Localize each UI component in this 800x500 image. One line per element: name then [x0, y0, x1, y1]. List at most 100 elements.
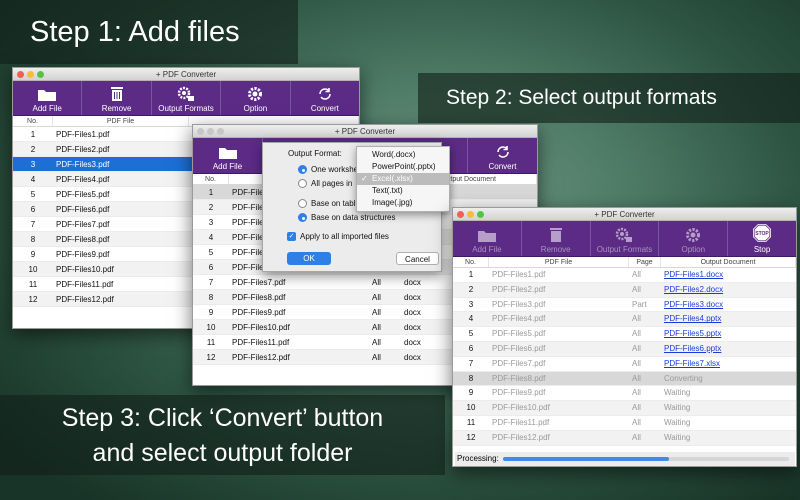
- cancel-button[interactable]: Cancel: [396, 252, 439, 265]
- output-document-link-text[interactable]: PDF-Files7.xlsx: [664, 359, 720, 368]
- row-page: All: [632, 373, 641, 383]
- step1-text: Step 1: Add files: [30, 16, 240, 48]
- table-row[interactable]: 3 PDF-Files3.pdf Part PDF-Files3.docx: [453, 298, 796, 313]
- output-formats-button[interactable]: Output Formats: [591, 221, 660, 256]
- output-document-link[interactable]: PDF-Files3.docx: [661, 298, 796, 312]
- convert-button[interactable]: Convert: [291, 81, 359, 115]
- output-document-link[interactable]: PDF-Files6.pptx: [661, 342, 796, 356]
- remove-button[interactable]: Remove: [82, 81, 152, 115]
- col-output-document[interactable]: Output Document: [661, 257, 796, 267]
- table-row[interactable]: 7 PDF-Files7.pdf All PDF-Files7.xlsx: [453, 357, 796, 372]
- row-number: 5: [208, 248, 214, 257]
- progress-track: [503, 457, 789, 461]
- menu-item-label: PowerPoint(.pptx): [372, 162, 436, 171]
- file-list: 1 PDF-Files1.pdf All PDF-Files1.docx 2 PDF-Fi…: [453, 268, 796, 446]
- output-document-link-text[interactable]: PDF-Files2.docx: [664, 285, 723, 294]
- base-on-table-label: Base on tabl: [311, 199, 356, 208]
- output-document-link[interactable]: PDF-Files2.docx: [661, 283, 796, 297]
- menu-item[interactable]: PowerPoint(.pptx): [357, 161, 449, 173]
- minimize-window-button[interactable]: [207, 128, 214, 135]
- option-button[interactable]: Option: [221, 81, 291, 115]
- add-file-button[interactable]: Add File: [13, 81, 83, 115]
- table-row[interactable]: 12 PDF-Files12.pdf All Waiting: [453, 430, 796, 446]
- row-number: 10: [206, 323, 216, 332]
- menu-item[interactable]: Word(.docx): [357, 149, 449, 161]
- output-document-link-text[interactable]: PDF-Files1.docx: [664, 270, 723, 279]
- output-document-link-text[interactable]: PDF-Files5.pptx: [664, 329, 721, 338]
- row-number: 2: [208, 203, 214, 212]
- zoom-window-button[interactable]: [37, 71, 44, 78]
- table-row[interactable]: 9 PDF-Files9.pdf All Waiting: [453, 386, 796, 402]
- stop-button[interactable]: STOP Stop: [728, 221, 796, 256]
- add-file-button[interactable]: Add File: [453, 221, 522, 256]
- step3-line2: and select output folder: [92, 439, 353, 467]
- radio-one-worksheet[interactable]: [298, 165, 307, 174]
- row-page: Part: [632, 299, 647, 309]
- menu-item[interactable]: Image(.jpg): [357, 197, 449, 209]
- minimize-window-button[interactable]: [27, 71, 34, 78]
- table-row[interactable]: 10 PDF-Files10.pdf All Waiting: [453, 401, 796, 416]
- trash-icon: [110, 87, 123, 101]
- table-row[interactable]: 4 PDF-Files4.pdf All PDF-Files4.pptx: [453, 312, 796, 328]
- table-row[interactable]: 8 PDF-Files8.pdf All Converting: [453, 371, 796, 387]
- zoom-window-button[interactable]: [477, 211, 484, 218]
- table-row[interactable]: 11 PDF-Files11.pdf All Waiting: [453, 416, 796, 431]
- table-row[interactable]: 2 PDF-Files2.pdf All PDF-Files2.docx: [453, 282, 796, 298]
- output-formats-button[interactable]: Output Formats: [152, 81, 222, 115]
- row-number: 3: [208, 218, 214, 227]
- col-no[interactable]: No.: [453, 257, 489, 267]
- col-page[interactable]: Page: [629, 257, 661, 267]
- row-page: All: [372, 308, 381, 317]
- minimize-window-button[interactable]: [467, 211, 474, 218]
- menu-item[interactable]: Text(.txt): [357, 185, 449, 197]
- col-pdf-file[interactable]: PDF File: [489, 257, 629, 267]
- output-document-link[interactable]: PDF-Files1.docx: [661, 268, 796, 282]
- output-document-link-text[interactable]: PDF-Files6.pptx: [664, 344, 721, 353]
- gear-icon: [686, 228, 701, 242]
- remove-button[interactable]: Remove: [522, 221, 591, 256]
- row-page: All: [632, 329, 641, 339]
- convert-button[interactable]: Convert: [467, 138, 537, 173]
- output-document-link-text[interactable]: PDF-Files4.pptx: [664, 314, 721, 323]
- menu-item[interactable]: ✓ Excel(.xlsx): [357, 173, 449, 185]
- row-pdf-file: PDF-Files11.pdf: [56, 280, 114, 289]
- row-number: 7: [30, 220, 36, 229]
- row-pdf-file: PDF-Files8.pdf: [492, 373, 546, 383]
- output-document-link[interactable]: PDF-Files7.xlsx: [661, 357, 796, 371]
- close-window-button[interactable]: [457, 211, 464, 218]
- row-number: 11: [28, 280, 38, 289]
- output-document-link-text[interactable]: PDF-Files3.docx: [664, 300, 723, 309]
- step2-banner: Step 2: Select output formats: [418, 73, 800, 123]
- output-document-link[interactable]: PDF-Files4.pptx: [661, 312, 796, 326]
- row-page: All: [632, 403, 641, 413]
- row-page: All: [632, 314, 641, 324]
- titlebar: + PDF Converter: [453, 208, 796, 221]
- format-dropdown-menu: Word(.docx) PowerPoint(.pptx) ✓ Excel(.xlsx…: [356, 146, 450, 212]
- output-document-link[interactable]: PDF-Files5.pptx: [661, 327, 796, 341]
- col-no[interactable]: No.: [193, 174, 229, 184]
- close-window-button[interactable]: [197, 128, 204, 135]
- apply-all-checkbox[interactable]: ✓: [287, 232, 296, 241]
- add-file-label: Add File: [212, 162, 243, 171]
- add-file-button[interactable]: Add File: [193, 138, 263, 173]
- radio-base-on-data[interactable]: [298, 213, 307, 222]
- row-pdf-file: PDF-Files12.pdf: [232, 353, 290, 362]
- table-row[interactable]: 5 PDF-Files5.pdf All PDF-Files5.pptx: [453, 327, 796, 342]
- row-number: 12: [466, 432, 476, 442]
- col-pdf-file[interactable]: PDF File: [53, 116, 189, 126]
- row-pdf-file: PDF-Files2.pdf: [492, 284, 546, 294]
- option-button[interactable]: Option: [659, 221, 729, 256]
- radio-all-pages[interactable]: [298, 179, 307, 188]
- col-no[interactable]: No.: [13, 116, 53, 126]
- radio-base-on-table[interactable]: [298, 199, 307, 208]
- gears-icon: [616, 227, 633, 242]
- table-row[interactable]: 6 PDF-Files6.pdf All PDF-Files6.pptx: [453, 341, 796, 357]
- row-number: 9: [468, 388, 474, 398]
- close-window-button[interactable]: [17, 71, 24, 78]
- row-number: 4: [30, 175, 36, 184]
- table-row[interactable]: 1 PDF-Files1.pdf All PDF-Files1.docx: [453, 268, 796, 283]
- ok-button[interactable]: OK: [287, 252, 331, 265]
- zoom-window-button[interactable]: [217, 128, 224, 135]
- row-pdf-file: PDF-Files9.pdf: [232, 308, 286, 317]
- row-pdf-file: PDF-Files11.pdf: [232, 338, 290, 347]
